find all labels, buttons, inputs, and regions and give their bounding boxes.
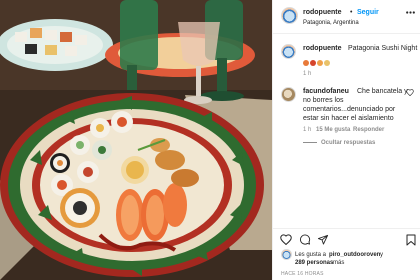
comment-likes[interactable]: 15 Me gusta — [316, 126, 350, 134]
sushi-emoji — [303, 59, 309, 66]
liker-username[interactable]: piro_outdooroven — [329, 251, 380, 259]
post-photo[interactable] — [0, 0, 272, 280]
caption-time[interactable]: 1 h — [303, 70, 311, 78]
post-timestamp[interactable]: HACE 16 HORAS — [281, 270, 324, 278]
sushi-emoji — [317, 59, 323, 66]
follow-button[interactable]: Seguir — [357, 9, 379, 17]
location-link[interactable]: Patagonia, Argentina — [303, 19, 359, 27]
comment-text-line-1: Che bancatela y — [357, 88, 408, 95]
sushi-emoji — [310, 59, 316, 66]
heart-icon[interactable] — [280, 234, 292, 245]
comment-text-line-3: comentarios...denunciado por — [303, 106, 396, 113]
likes-count[interactable]: 289 personas — [295, 259, 333, 267]
actions-divider — [273, 228, 420, 229]
comment-text-line-4: estar sin hacer el aislamiento — [303, 115, 394, 122]
commenter-avatar[interactable] — [281, 87, 296, 102]
separator-dot: • — [350, 9, 353, 16]
header-divider — [273, 33, 420, 34]
username-link[interactable]: rodopuente — [303, 9, 342, 17]
share-icon[interactable] — [317, 234, 329, 245]
comment-text-line-2: no borres los — [303, 97, 344, 104]
caption-avatar[interactable] — [281, 44, 296, 59]
caption-text: Patagonia Sushi Night — [348, 45, 418, 52]
caption-emojis — [303, 54, 331, 66]
likes-count-suffix: más — [333, 260, 345, 266]
comment-time[interactable]: 1 h — [303, 126, 311, 134]
sushi-plate-image — [0, 0, 272, 280]
comment-username[interactable]: facundofaneu — [303, 88, 349, 96]
hide-replies-button[interactable]: Ocultar respuestas — [321, 139, 375, 147]
caption-username[interactable]: rodopuente — [303, 45, 342, 53]
replies-line — [303, 142, 317, 143]
bookmark-icon[interactable] — [406, 234, 416, 246]
likes-suffix: y — [380, 252, 383, 258]
comment-icon[interactable] — [299, 234, 311, 245]
likes-prefix: Les gusta a — [295, 252, 327, 258]
sushi-emoji — [324, 59, 330, 66]
liker-avatar[interactable] — [281, 249, 292, 260]
reply-button[interactable]: Responder — [353, 126, 384, 134]
heart-small-icon[interactable] — [406, 89, 414, 96]
more-horizontal-icon[interactable] — [406, 11, 415, 14]
avatar[interactable] — [281, 7, 298, 24]
post-side-panel: rodopuente • Seguir Patagonia, Argentina… — [272, 0, 420, 280]
